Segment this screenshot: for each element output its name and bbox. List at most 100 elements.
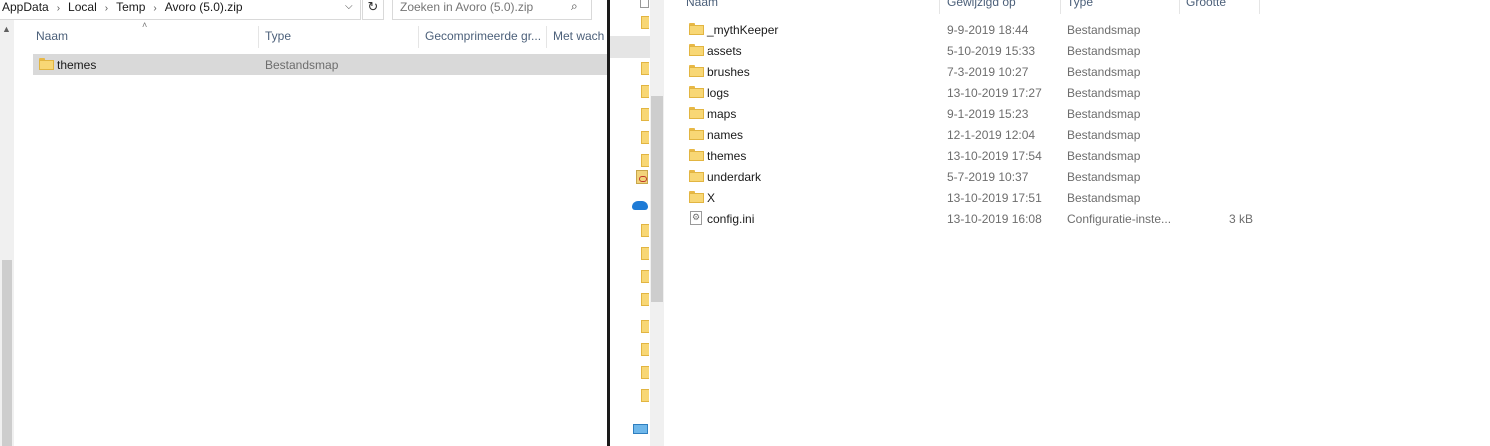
scrollbar-thumb[interactable] (2, 260, 12, 446)
file-type: Configuratie-inste... (1067, 212, 1172, 226)
nav-folder-icon[interactable] (641, 343, 649, 356)
vertical-scrollbar[interactable]: ▲ (0, 20, 14, 446)
breadcrumb-item-zip[interactable]: Avoro (5.0).zip (165, 0, 243, 14)
nav-folder-icon[interactable] (641, 270, 649, 283)
right-explorer-window: Naam Gewijzigd op Type Grootte _mythKeep… (610, 0, 1490, 446)
nav-folder-icon[interactable] (641, 85, 649, 98)
file-type: Bestandsmap (1067, 107, 1141, 121)
breadcrumb: AppData › Local › Temp › Avoro (5.0).zip (2, 0, 243, 14)
nav-folder-icon[interactable] (641, 293, 649, 306)
refresh-button[interactable]: ↻ (362, 0, 384, 20)
navigation-pane (610, 0, 650, 446)
table-row[interactable]: maps 9-1-2019 15:23 Bestandsmap (664, 103, 1490, 124)
file-name: logs (707, 86, 730, 100)
file-modified: 13-10-2019 17:51 (947, 191, 1042, 205)
column-header-size[interactable]: Grootte (1186, 0, 1226, 9)
column-headers: Naam Gewijzigd op Type Grootte (664, 0, 1490, 14)
navigation-scrollbar[interactable] (650, 0, 664, 446)
file-modified: 13-10-2019 17:27 (947, 86, 1042, 100)
table-row[interactable]: underdark 5-7-2019 10:37 Bestandsmap (664, 166, 1490, 187)
file-modified: 9-9-2019 18:44 (947, 23, 1029, 37)
left-explorer-window: AppData › Local › Temp › Avoro (5.0).zip ⌵ ↻ ⌕… (0, 0, 607, 446)
nav-folder-icon[interactable] (641, 131, 649, 144)
file-size: 3 kB (1228, 212, 1253, 226)
nav-folder-icon[interactable] (641, 224, 649, 237)
column-divider[interactable] (1060, 0, 1061, 14)
breadcrumb-item-temp[interactable]: Temp (116, 0, 145, 14)
column-divider[interactable] (258, 26, 259, 48)
table-row[interactable]: names 12-1-2019 12:04 Bestandsmap (664, 124, 1490, 145)
column-header-name[interactable]: Naam (36, 27, 256, 49)
onedrive-cloud-icon[interactable] (632, 201, 648, 210)
file-name: config.ini (707, 212, 755, 226)
table-row[interactable]: brushes 7-3-2019 10:27 Bestandsmap (664, 61, 1490, 82)
scroll-up-arrow-icon[interactable]: ▲ (2, 24, 11, 34)
table-row[interactable]: X 13-10-2019 17:51 Bestandsmap (664, 187, 1490, 208)
scrollbar-thumb[interactable] (651, 96, 663, 302)
table-row[interactable]: assets 5-10-2019 15:33 Bestandsmap (664, 40, 1490, 61)
nav-folder-icon[interactable] (641, 62, 649, 75)
search-icon[interactable]: ⌕ (571, 0, 578, 14)
chevron-down-icon[interactable]: ⌵ (345, 1, 353, 12)
folder-icon (39, 58, 54, 70)
column-divider[interactable] (418, 26, 419, 48)
nav-folder-icon[interactable] (641, 16, 649, 29)
address-bar[interactable]: AppData › Local › Temp › Avoro (5.0).zip ⌵ (0, 0, 361, 20)
file-type: Bestandsmap (1067, 23, 1141, 37)
column-header-name[interactable]: Naam (686, 0, 718, 9)
nav-folder-icon[interactable] (641, 366, 649, 379)
column-divider[interactable] (939, 0, 940, 14)
chevron-right-icon[interactable]: › (105, 3, 108, 14)
column-header-password[interactable]: Met wach (553, 27, 607, 49)
file-name: assets (707, 44, 742, 58)
nav-folder-icon[interactable] (641, 389, 649, 402)
table-row[interactable]: themes 13-10-2019 17:54 Bestandsmap (664, 145, 1490, 166)
nav-folder-icon[interactable] (641, 154, 649, 167)
zip-folder-icon[interactable] (636, 170, 648, 184)
file-type: Bestandsmap (265, 58, 339, 72)
file-modified: 13-10-2019 16:08 (947, 212, 1042, 226)
table-row[interactable]: logs 13-10-2019 17:27 Bestandsmap (664, 82, 1490, 103)
file-modified: 9-1-2019 15:23 (947, 107, 1029, 121)
table-row[interactable]: _mythKeeper 9-9-2019 18:44 Bestandsmap (664, 19, 1490, 40)
column-headers: ˄ Naam Type Gecomprimeerde gr... Met wac… (14, 20, 607, 50)
nav-folder-icon[interactable] (641, 247, 649, 260)
column-header-compressed-size[interactable]: Gecomprimeerde gr... (425, 27, 545, 49)
column-header-modified[interactable]: Gewijzigd op (947, 0, 1016, 9)
file-name: names (707, 128, 744, 142)
chevron-right-icon[interactable]: › (153, 3, 156, 14)
column-header-type[interactable]: Type (1067, 0, 1093, 9)
column-divider[interactable] (1259, 0, 1260, 14)
nav-folder-icon[interactable] (641, 108, 649, 121)
search-input[interactable] (400, 0, 570, 14)
chevron-right-icon[interactable]: › (57, 3, 60, 14)
breadcrumb-item-appdata[interactable]: AppData (2, 0, 49, 14)
nav-folder-icon[interactable] (641, 320, 649, 333)
breadcrumb-item-local[interactable]: Local (68, 0, 97, 14)
file-modified: 13-10-2019 17:54 (947, 149, 1042, 163)
column-header-type[interactable]: Type (265, 27, 415, 49)
refresh-icon: ↻ (367, 0, 379, 14)
quick-access-icon[interactable] (640, 0, 649, 8)
nav-item-selected[interactable] (610, 36, 650, 58)
file-name: maps (707, 107, 737, 121)
file-name: X (707, 191, 716, 205)
column-divider[interactable] (546, 26, 547, 48)
file-modified: 12-1-2019 12:04 (947, 128, 1036, 142)
file-name: themes (707, 149, 747, 163)
file-type: Bestandsmap (1067, 128, 1141, 142)
this-pc-icon[interactable] (633, 424, 648, 434)
file-type: Bestandsmap (1067, 191, 1141, 205)
file-name: themes (57, 58, 97, 72)
column-divider[interactable] (1179, 0, 1180, 14)
search-box[interactable]: ⌕ (392, 0, 592, 20)
file-type: Bestandsmap (1067, 86, 1141, 100)
file-name: underdark (707, 170, 762, 184)
file-type: Bestandsmap (1067, 149, 1141, 163)
table-row[interactable]: config.ini 13-10-2019 16:08 Configuratie… (664, 208, 1490, 229)
list-item[interactable]: themes Bestandsmap (33, 54, 607, 75)
file-modified: 5-7-2019 10:37 (947, 170, 1029, 184)
file-name: brushes (707, 65, 750, 79)
file-type: Bestandsmap (1067, 65, 1141, 79)
file-modified: 7-3-2019 10:27 (947, 65, 1029, 79)
